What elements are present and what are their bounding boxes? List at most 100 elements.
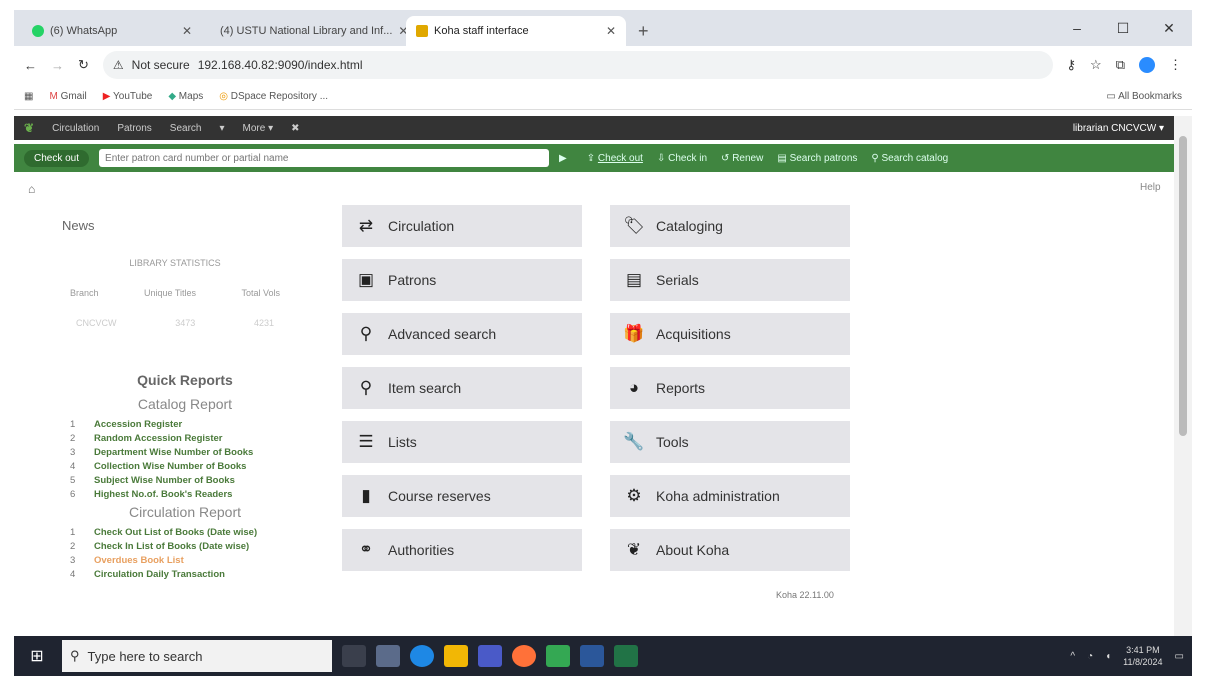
module-authorities[interactable]: ⚭ Authorities	[342, 529, 582, 571]
report-link[interactable]: 4 Collection Wise Number of Books	[70, 460, 300, 474]
word-icon[interactable]	[580, 645, 604, 667]
patron-search-input[interactable]	[99, 149, 550, 167]
extensions-icon[interactable]: ⧉	[1116, 57, 1125, 73]
tab-whatsapp[interactable]: (6) WhatsApp ✕	[22, 16, 202, 46]
module-lists[interactable]: ☰ Lists	[342, 421, 582, 463]
folder-icon[interactable]	[444, 645, 468, 667]
star-icon[interactable]: ☆	[1090, 57, 1102, 73]
module-label: Lists	[388, 434, 417, 450]
whatsapp-icon	[32, 25, 44, 37]
close-window-button[interactable]: ✕	[1146, 20, 1192, 37]
clock[interactable]: 3:41 PM 11/8/2024	[1123, 644, 1162, 668]
url-text[interactable]: 192.168.40.82:9090/index.html	[198, 58, 363, 72]
nav-dropdown-icon[interactable]: ▾	[219, 123, 224, 134]
report-link[interactable]: 6 Highest No.of. Book's Readers	[70, 488, 300, 502]
bookmark-gmail[interactable]: M Gmail	[49, 91, 86, 102]
link-check-out[interactable]: ⇪ Check out	[587, 153, 643, 164]
close-icon[interactable]: ✕	[182, 24, 192, 38]
link-check-in[interactable]: ⇩ Check in	[657, 153, 707, 164]
nav-search[interactable]: Search	[170, 123, 202, 134]
chrome-icon[interactable]	[546, 645, 570, 667]
page-scrollbar[interactable]	[1174, 116, 1192, 636]
submit-arrow-icon[interactable]: ▶	[559, 153, 567, 164]
module-label: Course reserves	[388, 488, 491, 504]
module-patrons[interactable]: ▣ Patrons	[342, 259, 582, 301]
reload-icon[interactable]: ↻	[78, 57, 89, 73]
new-tab-button[interactable]: +	[628, 16, 659, 46]
forward-icon[interactable]: →	[51, 58, 64, 73]
quick-reports-title: Quick Reports	[137, 372, 233, 388]
menu-icon[interactable]: ⋮	[1169, 57, 1182, 73]
bookmark-label: Maps	[178, 91, 204, 102]
taskbar-search[interactable]: ⚲ Type here to search	[62, 640, 332, 672]
tray-chevron-icon[interactable]: ^	[1070, 651, 1075, 662]
home-icon[interactable]: ⌂	[28, 182, 35, 196]
password-key-icon[interactable]: ⚷	[1067, 57, 1077, 73]
module-cataloging[interactable]: 🏷 Cataloging	[610, 205, 850, 247]
profile-avatar[interactable]	[1139, 57, 1155, 73]
all-bookmarks[interactable]: ▭ All Bookmarks	[1106, 91, 1182, 102]
windows-start-icon[interactable]: ⊞	[22, 646, 52, 666]
module-acquisitions[interactable]: 🎁 Acquisitions	[610, 313, 850, 355]
mail-icon[interactable]	[478, 645, 502, 667]
report-link[interactable]: 3 Overdues Book List	[70, 554, 300, 568]
notification-icon[interactable]: ▭	[1175, 651, 1184, 662]
module-koha-administration[interactable]: ⚙ Koha administration	[610, 475, 850, 517]
quick-links: ⇪ Check out ⇩ Check in ↺ Renew ▤ Search …	[587, 153, 948, 164]
back-icon[interactable]: ←	[24, 58, 37, 73]
module-course-reserves[interactable]: ▮ Course reserves	[342, 475, 582, 517]
link-label: Renew	[732, 152, 764, 164]
tab-library[interactable]: (4) USTU National Library and Inf... ✕	[204, 16, 408, 46]
edge-icon[interactable]	[410, 645, 434, 667]
firefox-icon[interactable]	[512, 645, 536, 667]
module-serials[interactable]: ▤ Serials	[610, 259, 850, 301]
module-advanced-search[interactable]: ⚲ Advanced search	[342, 313, 582, 355]
nav-more[interactable]: More ▾	[243, 123, 274, 134]
link-label: Check out	[597, 152, 643, 164]
report-link[interactable]: 1 Check Out List of Books (Date wise)	[70, 526, 300, 540]
minimize-button[interactable]: –	[1054, 20, 1100, 36]
module-about-koha[interactable]: ❦ About Koha	[610, 529, 850, 571]
task-view-icon[interactable]	[342, 645, 366, 667]
report-link[interactable]: 5 Subject Wise Number of Books	[70, 474, 300, 488]
apps-icon[interactable]: ▦	[24, 91, 33, 102]
gift-icon: 🎁	[623, 324, 645, 343]
tab-koha[interactable]: Koha staff interface ✕	[406, 16, 626, 46]
bookmark-youtube[interactable]: ▶ YouTube	[103, 91, 153, 102]
file-explorer-icon[interactable]	[376, 645, 400, 667]
report-link[interactable]: 2 Random Accession Register	[70, 432, 300, 446]
maximize-button[interactable]: ☐	[1100, 20, 1146, 37]
report-label: Overdues Book List	[94, 555, 184, 566]
module-circulation[interactable]: ⇄ Circulation	[342, 205, 582, 247]
excel-icon[interactable]	[614, 645, 638, 667]
koha-top-nav: ❦ Circulation Patrons Search ▾ More ▾ ✖ …	[14, 116, 1174, 140]
bookmark-label: YouTube	[113, 91, 153, 102]
link-search-catalog[interactable]: ⚲ Search catalog	[871, 153, 948, 164]
module-tools[interactable]: 🔧 Tools	[610, 421, 850, 463]
module-reports[interactable]: ◕ Reports	[610, 367, 850, 409]
bookmark-maps[interactable]: ◆ Maps	[168, 91, 203, 102]
help-link[interactable]: Help	[1140, 182, 1161, 193]
network-icon[interactable]: ◔	[1087, 651, 1093, 662]
user-menu[interactable]: librarian CNCVCW ▾	[1073, 123, 1164, 134]
close-icon[interactable]: ✕	[606, 24, 616, 38]
report-link[interactable]: 4 Circulation Daily Transaction	[70, 568, 300, 582]
scrollbar-thumb[interactable]	[1179, 136, 1187, 436]
volume-icon[interactable]: ◖	[1105, 651, 1111, 662]
koha-logo-icon[interactable]: ❦	[24, 121, 34, 135]
nav-patrons[interactable]: Patrons	[117, 123, 151, 134]
system-tray: ^ ◔ ◖ 3:41 PM 11/8/2024 ▭	[1070, 644, 1184, 668]
nav-circulation[interactable]: Circulation	[52, 123, 99, 134]
checkout-tab-button[interactable]: Check out	[24, 149, 90, 167]
report-link[interactable]: 3 Department Wise Number of Books	[70, 446, 300, 460]
report-link[interactable]: 2 Check In List of Books (Date wise)	[70, 540, 300, 554]
bookmark-dspace[interactable]: ◎ DSpace Repository ...	[219, 91, 328, 102]
module-item-search[interactable]: ⚲ Item search	[342, 367, 582, 409]
report-link[interactable]: 1 Accession Register	[70, 418, 300, 432]
link-search-patrons[interactable]: ▤ Search patrons	[777, 153, 857, 164]
koha-favicon-icon	[416, 25, 428, 37]
link-renew[interactable]: ↺ Renew	[721, 153, 763, 164]
library-statistics: LIBRARY STATISTICS Branch Unique Titles …	[60, 258, 290, 328]
cart-icon[interactable]: ✖	[291, 123, 299, 134]
url-bar[interactable]: ⚠ Not secure 192.168.40.82:9090/index.ht…	[102, 51, 1053, 79]
